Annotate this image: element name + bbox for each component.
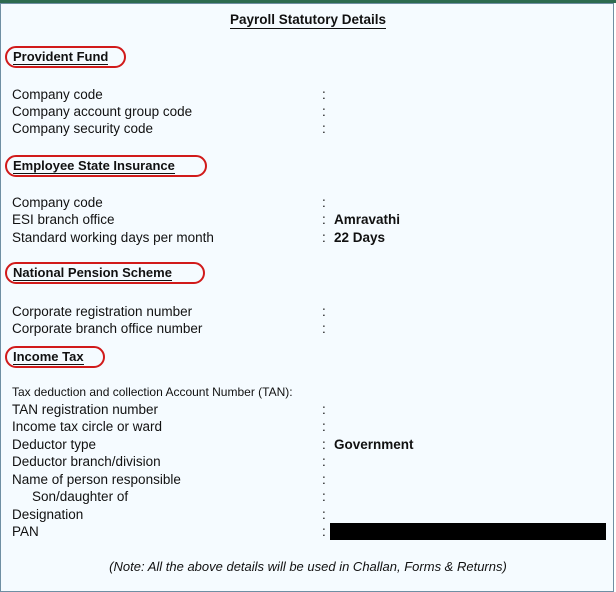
it-responsible-person-row[interactable]: Name of person responsible : [12, 471, 612, 488]
field-separator: : [322, 454, 326, 469]
esi-company-code-row[interactable]: Company code : [12, 194, 612, 211]
pf-account-group-code-row[interactable]: Company account group code : [12, 103, 612, 120]
field-separator: : [322, 437, 326, 452]
it-circle-ward-row[interactable]: Income tax circle or ward : [12, 418, 612, 435]
field-separator: : [322, 321, 326, 336]
field-label: Tax deduction and collection Account Num… [12, 385, 293, 399]
it-son-daughter-of-row[interactable]: Son/daughter of : [12, 488, 612, 505]
field-label: Company account group code [12, 104, 193, 119]
it-designation-row[interactable]: Designation : [12, 506, 612, 523]
esi-branch-office-value[interactable]: Amravathi [334, 211, 400, 228]
field-separator: : [322, 507, 326, 522]
pf-company-code-row[interactable]: Company code : [12, 86, 612, 103]
section-provident-fund-header: Provident Fund [5, 46, 126, 68]
field-separator: : [322, 87, 326, 102]
pan-redacted-value[interactable] [330, 523, 606, 540]
it-tan-row[interactable]: Tax deduction and collection Account Num… [12, 384, 612, 401]
field-separator: : [322, 489, 326, 504]
it-tan-registration-row[interactable]: TAN registration number : [12, 401, 612, 418]
field-separator: : [322, 212, 326, 227]
field-separator: : [322, 121, 326, 136]
field-label: Son/daughter of [32, 489, 129, 504]
nps-branch-office-number-row[interactable]: Corporate branch office number : [12, 320, 612, 337]
field-label: Corporate branch office number [12, 321, 203, 336]
field-separator: : [322, 472, 326, 487]
field-label: Company code [12, 195, 103, 210]
nps-registration-number-row[interactable]: Corporate registration number : [12, 303, 612, 320]
field-separator: : [322, 104, 326, 119]
it-deductor-type-value[interactable]: Government [334, 436, 414, 453]
field-separator: : [322, 230, 326, 245]
it-deductor-branch-row[interactable]: Deductor branch/division : [12, 453, 612, 470]
section-income-tax-header: Income Tax [5, 346, 105, 368]
field-label: Name of person responsible [12, 472, 181, 487]
field-label: ESI branch office [12, 212, 115, 227]
field-label: Income tax circle or ward [12, 419, 163, 434]
field-separator: : [322, 195, 326, 210]
field-label: Corporate registration number [12, 304, 193, 319]
field-label: TAN registration number [12, 402, 159, 417]
page-title: Payroll Statutory Details [229, 12, 387, 29]
esi-working-days-value[interactable]: 22 Days [334, 229, 385, 246]
esi-branch-office-row[interactable]: ESI branch office : Amravathi [12, 211, 612, 228]
esi-working-days-row[interactable]: Standard working days per month : 22 Day… [12, 229, 612, 246]
it-deductor-type-row[interactable]: Deductor type : Government [12, 436, 612, 453]
field-separator: : [322, 304, 326, 319]
field-label: Deductor branch/division [12, 454, 161, 469]
field-label: Company security code [12, 121, 154, 136]
pf-security-code-row[interactable]: Company security code : [12, 120, 612, 137]
field-separator: : [322, 402, 326, 417]
section-nps-header: National Pension Scheme [5, 262, 205, 284]
it-pan-row[interactable]: PAN : [12, 523, 612, 540]
field-separator: : [322, 419, 326, 434]
field-separator: : [322, 524, 326, 539]
field-label: PAN [12, 524, 39, 539]
field-label: Company code [12, 87, 103, 102]
field-label: Deductor type [12, 437, 97, 452]
footer-note: (Note: All the above details will be use… [109, 559, 507, 574]
field-label: Standard working days per month [12, 230, 214, 245]
section-esi-header: Employee State Insurance [5, 155, 207, 177]
field-label: Designation [12, 507, 84, 522]
